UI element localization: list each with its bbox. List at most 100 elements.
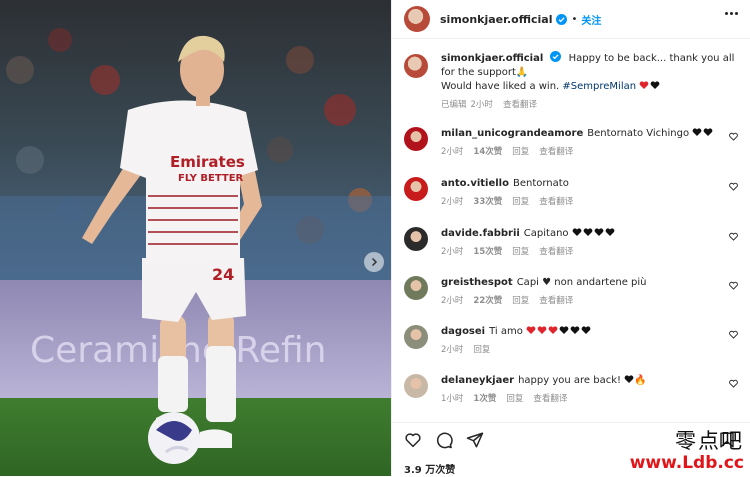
instagram-post: Ceramiche Refin 24 Emirates FLY BETTER s… — [0, 0, 750, 476]
comment-username[interactable]: milan_unicograndeamore — [441, 128, 583, 139]
translate-button[interactable]: 查看翻译 — [539, 195, 573, 207]
comment-like-heart-icon[interactable] — [729, 379, 738, 388]
commenter-avatar[interactable] — [404, 127, 428, 151]
verified-badge-icon — [550, 51, 562, 62]
comment-likes[interactable]: 1次赞 — [473, 392, 496, 404]
comment-time: 2小时 — [441, 197, 464, 207]
caption-text-2: Would have liked a win. — [441, 81, 560, 92]
post-side-panel: simonkjaer.official • 关注 simonkjaer.offi… — [391, 0, 750, 476]
comment-text: Capi ♥ non andartene più — [516, 277, 647, 288]
heart-emoji-icon — [605, 228, 614, 236]
comment-row: dagosei Ti amo 2小时 回复 — [404, 322, 738, 355]
comment-row: anto.vitiello Bentornato 2小时 33次赞 回复 查看翻译 — [404, 174, 738, 207]
hashtag-link[interactable]: #SempreMilan — [562, 81, 636, 92]
comment-row: greisthespot Capi ♥ non andartene più 2小时 2… — [404, 273, 738, 306]
watermark-chinese: 零点吧 — [675, 429, 744, 453]
heart-emoji-icon — [548, 326, 558, 334]
comment-likes[interactable]: 33次赞 — [473, 195, 502, 207]
commenter-avatar[interactable] — [404, 325, 428, 349]
comment-likes[interactable]: 15次赞 — [473, 245, 502, 257]
comment-time: 1小时 — [441, 394, 464, 404]
football-player-image: Ceramiche Refin 24 Emirates FLY BETTER — [0, 0, 391, 476]
comment-text: Capitano — [523, 228, 569, 239]
carousel-next-button[interactable] — [364, 252, 384, 272]
comment-time: 2小时 — [441, 345, 464, 355]
caption-edited: 已编辑 — [441, 100, 467, 110]
heart-emoji-icon — [650, 81, 660, 89]
caption-avatar[interactable] — [404, 54, 428, 78]
comment-like-heart-icon[interactable] — [729, 132, 738, 141]
share-icon[interactable] — [466, 431, 484, 449]
comment-row: delaneykjaer happy you are back! 🔥 1小时 1次赞 回复… — [404, 371, 738, 404]
reply-button[interactable]: 回复 — [512, 195, 529, 207]
comment-meta: 2小时 14次赞 回复 查看翻译 — [441, 145, 738, 157]
comment-text: happy you are back! — [518, 375, 622, 386]
reply-button[interactable]: 回复 — [512, 294, 529, 306]
reply-button[interactable]: 回复 — [512, 145, 529, 157]
follow-button[interactable]: 关注 — [581, 12, 601, 27]
separator-dot: • — [571, 13, 578, 25]
heart-emoji-icon — [624, 375, 634, 383]
caption-username[interactable]: simonkjaer.official — [441, 53, 543, 64]
author-username[interactable]: simonkjaer.official — [440, 13, 552, 26]
comment-like-heart-icon[interactable] — [729, 182, 738, 191]
heart-emoji-icon — [639, 81, 649, 89]
comment-like-heart-icon[interactable] — [729, 232, 738, 241]
jersey-sponsor-tagline: FLY BETTER — [178, 173, 244, 184]
action-bar: 3.9 万次赞 零点吧 www.Ldb.cc — [392, 422, 750, 477]
comment-username[interactable]: anto.vitiello — [441, 178, 509, 189]
translate-button[interactable]: 查看翻译 — [539, 294, 573, 306]
author-avatar[interactable] — [404, 6, 430, 32]
comment-meta: 2小时 15次赞 回复 查看翻译 — [441, 245, 738, 257]
heart-emoji-icon — [570, 326, 580, 334]
caption-translate[interactable]: 查看翻译 — [503, 98, 537, 110]
post-photo[interactable]: Ceramiche Refin 24 Emirates FLY BETTER — [0, 0, 391, 476]
comment-likes[interactable]: 22次赞 — [473, 294, 502, 306]
comment-text: Ti amo — [489, 326, 523, 337]
heart-emoji-icon — [537, 326, 547, 334]
comment-username[interactable]: greisthespot — [441, 277, 513, 288]
fire-emoji-icon: 🔥 — [634, 375, 647, 386]
commenter-avatar[interactable] — [404, 374, 428, 398]
comment-username[interactable]: davide.fabbrii — [441, 228, 520, 239]
heart-emoji-icon — [703, 128, 713, 136]
caption-hearts — [639, 80, 660, 90]
comment-meta: 2小时 33次赞 回复 查看翻译 — [441, 195, 738, 207]
commenter-avatar[interactable] — [404, 276, 428, 300]
comment-like-heart-icon[interactable] — [729, 330, 738, 339]
comment-likes[interactable]: 14次赞 — [473, 145, 502, 157]
verified-badge-icon — [556, 13, 568, 25]
comment-time: 2小时 — [441, 147, 464, 157]
comment-hearts — [572, 227, 615, 237]
watermark: 零点吧 www.Ldb.cc — [630, 425, 744, 473]
jersey-sponsor: Emirates — [170, 153, 245, 171]
likes-count[interactable]: 3.9 万次赞 — [404, 461, 455, 476]
heart-emoji-icon — [692, 128, 702, 136]
comment-row: milan_unicograndeamore Bentornato Viching… — [404, 124, 738, 157]
comment-text: Bentornato Vichingo — [587, 128, 690, 139]
heart-emoji-icon — [559, 326, 569, 334]
heart-icon[interactable] — [404, 431, 422, 449]
heart-emoji-icon — [572, 228, 581, 236]
comment-text: Bentornato — [512, 178, 569, 189]
comment-meta: 2小时 22次赞 回复 查看翻译 — [441, 294, 738, 306]
heart-emoji-icon — [526, 326, 536, 334]
shorts-number: 24 — [212, 265, 234, 284]
comment-time: 2小时 — [441, 296, 464, 306]
comment-like-heart-icon[interactable] — [729, 281, 738, 290]
watermark-url: www.Ldb.cc — [629, 453, 744, 473]
more-options-icon[interactable] — [725, 12, 738, 15]
reply-button[interactable]: 回复 — [473, 343, 490, 355]
translate-button[interactable]: 查看翻译 — [539, 245, 573, 257]
comment-username[interactable]: dagosei — [441, 326, 485, 337]
reply-button[interactable]: 回复 — [506, 392, 523, 404]
commenter-avatar[interactable] — [404, 227, 428, 251]
comment-username[interactable]: delaneykjaer — [441, 375, 514, 386]
commenter-avatar[interactable] — [404, 177, 428, 201]
comment-meta: 1小时 1次赞 回复 查看翻译 — [441, 392, 738, 404]
translate-button[interactable]: 查看翻译 — [533, 392, 567, 404]
translate-button[interactable]: 查看翻译 — [539, 145, 573, 157]
heart-emoji-icon — [594, 228, 603, 236]
reply-button[interactable]: 回复 — [512, 245, 529, 257]
comment-icon[interactable] — [435, 431, 453, 449]
